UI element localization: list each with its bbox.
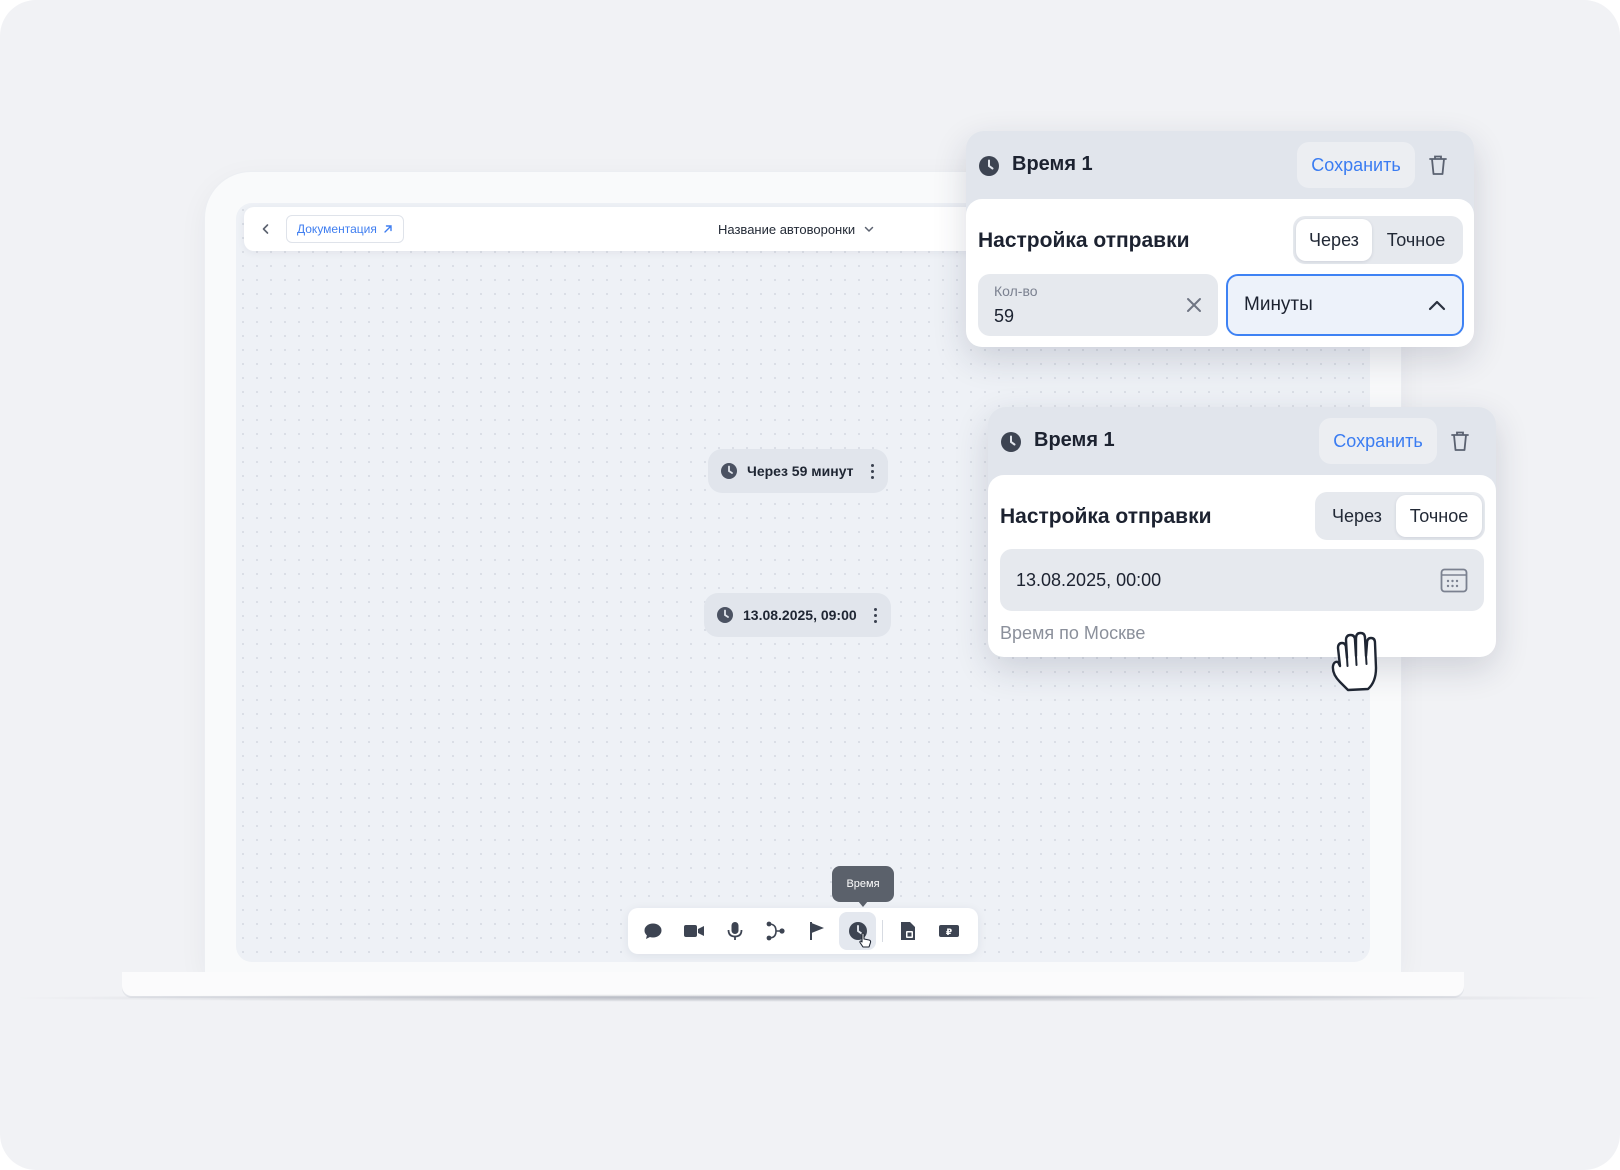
timing-mode-toggle: Через Точное <box>1293 216 1463 264</box>
chat-icon <box>644 923 662 939</box>
timing-mode-toggle: Через Точное <box>1315 492 1485 540</box>
clock-icon <box>717 607 733 623</box>
popup-body: Настройка отправки Через Точное 13.08.20… <box>988 475 1496 657</box>
hand-cursor-icon <box>1331 631 1378 692</box>
segment-exact[interactable]: Точное <box>1372 219 1460 261</box>
payment-icon: ₽ <box>938 925 959 938</box>
trash-icon <box>1429 155 1447 175</box>
tool-voice[interactable] <box>717 912 754 950</box>
node-toolbar: ₽ <box>628 908 978 954</box>
external-link-icon <box>384 225 392 233</box>
tool-goal[interactable] <box>799 912 836 950</box>
datetime-field[interactable]: 13.08.2025, 00:00 <box>1000 549 1484 611</box>
branch-icon <box>766 921 785 941</box>
save-button[interactable]: Сохранить <box>1297 142 1415 188</box>
time-unit-select[interactable]: Минуты <box>1226 274 1464 336</box>
timer-node-label: 13.08.2025, 09:00 <box>743 607 857 623</box>
tool-tooltip: Время <box>832 866 894 907</box>
document-icon <box>900 922 915 940</box>
clock-icon <box>979 156 999 176</box>
datetime-value: 13.08.2025, 00:00 <box>1016 569 1162 590</box>
quantity-label: Кол-во <box>994 283 1038 299</box>
delete-button[interactable] <box>1424 151 1452 179</box>
more-options-icon[interactable] <box>870 463 874 479</box>
laptop-shadow <box>0 994 1620 1002</box>
save-button[interactable]: Сохранить <box>1319 418 1437 464</box>
microphone-icon <box>727 922 743 940</box>
delete-button[interactable] <box>1446 427 1474 455</box>
quantity-field[interactable]: Кол-во 59 <box>978 274 1218 336</box>
popup-title: Время 1 <box>1012 153 1093 175</box>
svg-text:₽: ₽ <box>945 928 951 938</box>
documentation-link[interactable]: Документация <box>286 215 404 243</box>
flag-icon <box>809 922 824 940</box>
segment-relative[interactable]: Через <box>1296 219 1372 261</box>
clock-icon <box>721 463 737 479</box>
tool-document[interactable] <box>889 912 926 950</box>
send-settings-title: Настройка отправки <box>1000 505 1212 528</box>
toolbar-divider <box>882 920 884 942</box>
tool-message[interactable] <box>635 912 672 950</box>
clear-icon[interactable] <box>1184 295 1204 315</box>
timer-node-exact[interactable]: 13.08.2025, 09:00 <box>704 593 891 637</box>
video-icon <box>684 925 705 937</box>
trash-icon <box>1451 431 1469 451</box>
segment-exact[interactable]: Точное <box>1396 495 1482 537</box>
time-unit-value: Минуты <box>1244 294 1313 315</box>
back-button[interactable] <box>254 217 278 241</box>
funnel-name-dropdown[interactable]: Название автоворонки <box>718 207 875 251</box>
documentation-link-label: Документация <box>297 222 377 236</box>
quantity-value: 59 <box>994 306 1015 326</box>
popup-body: Настройка отправки Через Точное Кол-во 5… <box>966 199 1474 347</box>
chevron-up-icon <box>1428 300 1446 311</box>
chevron-down-icon <box>864 226 874 232</box>
timer-node-relative[interactable]: Через 59 минут <box>708 449 888 493</box>
funnel-name-label: Название автоворонки <box>718 221 856 237</box>
tool-time[interactable] <box>839 912 877 950</box>
time-settings-popup-relative: Время 1 Сохранить Настройка отправки Чер… <box>966 131 1474 347</box>
tool-video[interactable] <box>676 912 713 950</box>
segment-relative[interactable]: Через <box>1318 495 1396 537</box>
tool-payment[interactable]: ₽ <box>930 912 967 950</box>
timer-node-label: Через 59 минут <box>747 463 854 479</box>
time-settings-popup-exact: Время 1 Сохранить Настройка отправки Чер… <box>988 407 1496 657</box>
more-options-icon[interactable] <box>873 607 877 623</box>
timezone-note: Время по Москве <box>1000 623 1146 643</box>
calendar-icon[interactable] <box>1440 567 1468 593</box>
tool-branch[interactable] <box>758 912 795 950</box>
pointer-cursor-icon <box>859 932 872 948</box>
chevron-left-icon <box>262 224 269 234</box>
laptop-base <box>122 972 1464 996</box>
popup-header: Время 1 Сохранить <box>966 131 1474 199</box>
popup-header: Время 1 Сохранить <box>988 407 1496 475</box>
send-settings-title: Настройка отправки <box>978 229 1190 252</box>
clock-icon <box>1001 432 1021 452</box>
popup-title: Время 1 <box>1034 429 1115 451</box>
